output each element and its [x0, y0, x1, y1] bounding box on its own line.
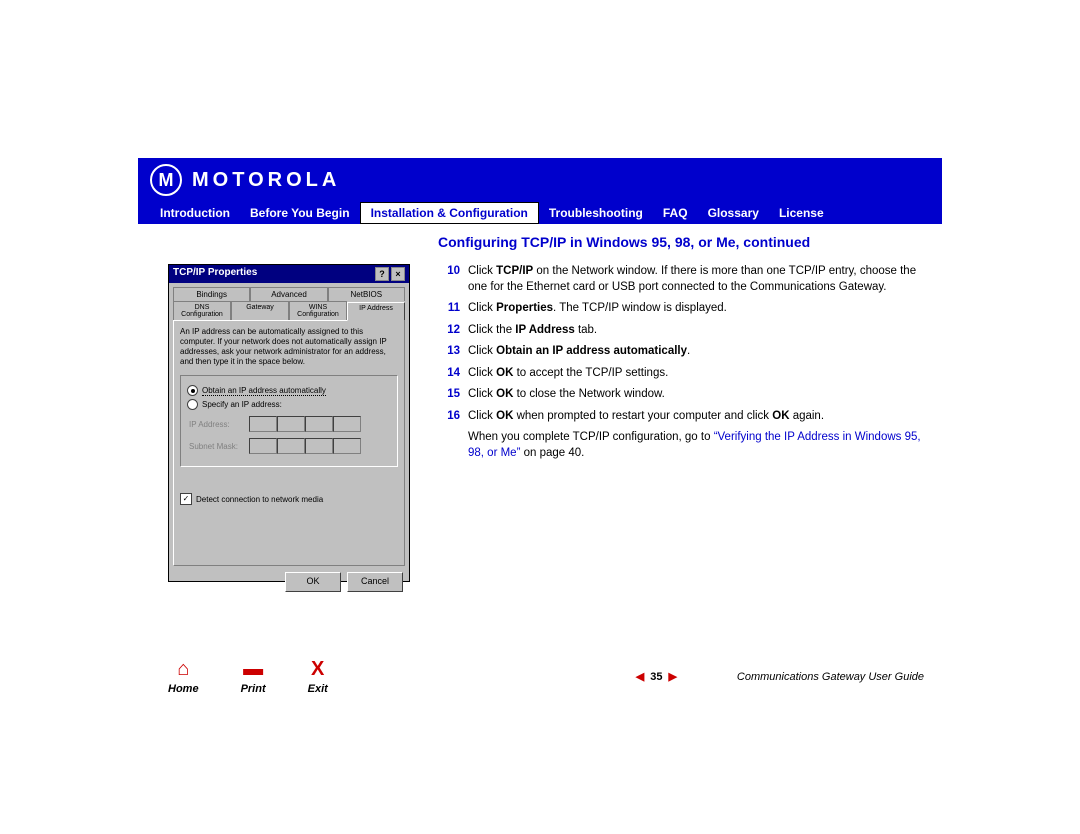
nav-introduction[interactable]: Introduction — [150, 203, 240, 223]
ok-button: OK — [285, 572, 341, 592]
guide-title: Communications Gateway User Guide — [737, 671, 924, 683]
detect-connection-label: Detect connection to network media — [196, 495, 323, 504]
screenshot-tcpip-dialog: TCP/IP Properties ?× Bindings Advanced N… — [168, 264, 410, 582]
print-icon: ▬ — [243, 658, 263, 681]
step-16: Click OK when prompted to restart your c… — [468, 409, 924, 425]
prev-page-icon[interactable]: ◀ — [636, 670, 644, 683]
tab-netbios: NetBIOS — [328, 287, 405, 301]
nav-troubleshooting[interactable]: Troubleshooting — [539, 203, 653, 223]
step-13: Click Obtain an IP address automatically… — [468, 344, 924, 360]
tab-advanced: Advanced — [250, 287, 327, 301]
completion-note: When you complete TCP/IP configuration, … — [438, 430, 924, 461]
nav-license[interactable]: License — [769, 203, 834, 223]
next-page-icon[interactable]: ▶ — [668, 670, 676, 683]
exit-icon: X — [311, 658, 324, 681]
home-icon: ⌂ — [177, 658, 189, 681]
page-navigator: ◀ 35 ▶ — [636, 670, 677, 683]
checkbox-icon: ✓ — [180, 493, 192, 505]
step-10: Click TCP/IP on the Network window. If t… — [468, 264, 924, 295]
nav-before-you-begin[interactable]: Before You Begin — [240, 203, 360, 223]
dialog-title: TCP/IP Properties — [173, 267, 257, 281]
tab-dns: DNS Configuration — [173, 301, 231, 320]
cancel-button: Cancel — [347, 572, 403, 592]
dialog-description: An IP address can be automatically assig… — [180, 327, 398, 367]
ip-address-label: IP Address: — [189, 420, 249, 429]
subnet-mask-label: Subnet Mask: — [189, 442, 249, 451]
print-button[interactable]: ▬Print — [241, 658, 266, 695]
nav-faq[interactable]: FAQ — [653, 203, 698, 223]
tab-gateway: Gateway — [231, 301, 289, 320]
nav-bar: Introduction Before You Begin Installati… — [138, 202, 942, 224]
nav-installation[interactable]: Installation & Configuration — [360, 202, 539, 224]
radio-specify-label: Specify an IP address: — [202, 400, 282, 409]
motorola-logo-icon: M — [150, 164, 182, 196]
step-15: Click OK to close the Network window. — [468, 387, 924, 403]
tab-ipaddress: IP Address — [347, 302, 405, 321]
tab-bindings: Bindings — [173, 287, 250, 301]
home-button[interactable]: ⌂Home — [168, 658, 199, 695]
page-number: 35 — [650, 671, 662, 683]
page-footer: ⌂Home ▬Print XExit ◀ 35 ▶ Communications… — [168, 658, 924, 695]
close-icon: × — [391, 267, 405, 281]
radio-obtain-icon — [187, 385, 198, 396]
instruction-steps: 10Click TCP/IP on the Network window. If… — [438, 264, 924, 582]
help-icon: ? — [375, 267, 389, 281]
brand-text: MOTOROLA — [192, 169, 340, 192]
document-page: M MOTOROLA Introduction Before You Begin… — [138, 158, 942, 701]
step-11: Click Properties. The TCP/IP window is d… — [468, 301, 924, 317]
exit-button[interactable]: XExit — [308, 658, 328, 695]
tab-wins: WINS Configuration — [289, 301, 347, 320]
nav-glossary[interactable]: Glossary — [698, 203, 769, 223]
radio-obtain-label: Obtain an IP address automatically — [202, 386, 326, 396]
radio-specify-icon — [187, 399, 198, 410]
step-12: Click the IP Address tab. — [468, 323, 924, 339]
step-14: Click OK to accept the TCP/IP settings. — [468, 366, 924, 382]
page-title: Configuring TCP/IP in Windows 95, 98, or… — [138, 224, 942, 264]
brand-band: M MOTOROLA — [138, 158, 942, 202]
